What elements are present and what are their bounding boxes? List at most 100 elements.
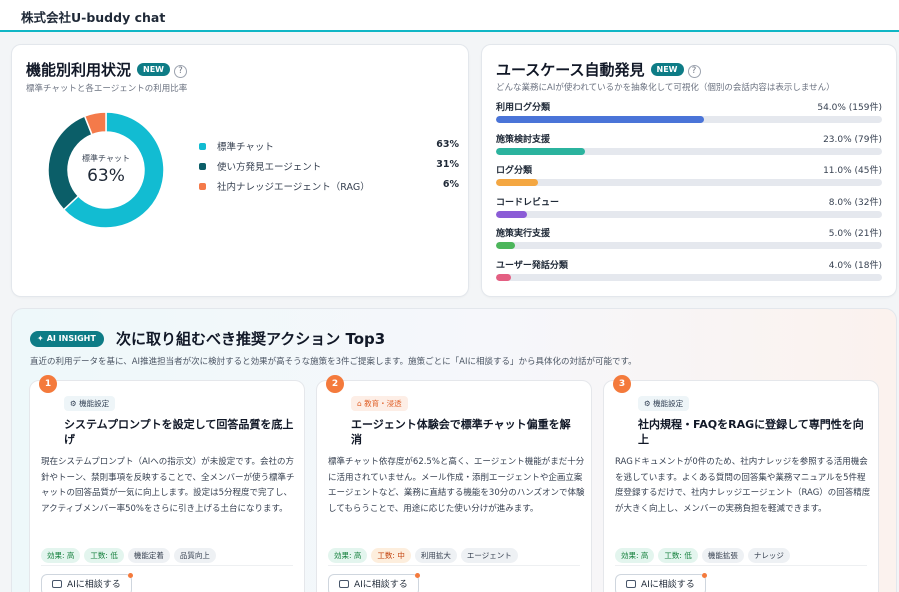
app-title: 株式会社U-buddy chat: [21, 10, 166, 25]
use-case-bar: [496, 210, 527, 218]
divider: [41, 565, 293, 566]
legend-label: 標準チャット: [217, 142, 274, 153]
notification-dot: [127, 573, 133, 578]
recommendation-description: 現在システムプロンプト（AIへの指示文）が未設定です。会社の方針やトーン、禁則事…: [41, 457, 295, 514]
category-badge: ⚙ 機能設定: [638, 396, 690, 411]
consult-ai-label: AIに相談する: [354, 580, 408, 590]
recommendation-description: 標準チャット依存度が62.5%と高く、エージェント機能がまだ十分に活用されていま…: [328, 457, 585, 514]
donut-center: 標準チャット 63%: [48, 112, 164, 228]
tag: 効果: 高: [41, 548, 81, 563]
consult-ai-label: AIに相談する: [641, 580, 695, 590]
rank-number: 2: [326, 375, 344, 393]
consult-ai-button[interactable]: AIに相談する: [328, 573, 420, 592]
tag-list: 効果: 高工数: 低機能拡張 ナレッジ: [615, 543, 794, 563]
use-case-value: 11.0% (45件): [823, 166, 882, 176]
use-case-label: 施策検討支援: [496, 134, 551, 145]
chat-bubble-icon: [626, 580, 636, 588]
chat-bubble-icon: [52, 580, 62, 588]
tag: エージェント: [460, 548, 518, 563]
use-case-bar: [496, 273, 512, 281]
legend-swatch: [199, 183, 206, 190]
feature-usage-card: 機能別利用状況 NEW? 標準チャットと各エージェントの利用比率 標準チャット 6…: [11, 44, 469, 297]
use-case-value: 5.0% (21件): [828, 229, 882, 239]
use-case-track: [496, 242, 882, 249]
category-badge: ⌂ 教育・浸透: [351, 396, 408, 411]
use-case-track: [496, 116, 882, 123]
use-case-row: ユーザー発話分類 4.0% (18件): [496, 258, 882, 290]
use-case-bar: [496, 116, 705, 123]
use-case-list: 利用ログ分類 54.0% (159件) 施策検討支援 23.0% (79件) ログ分…: [496, 100, 882, 289]
recommendation-card-2: 2 ⌂ 教育・浸透 エージェント体験会で標準チャット偏重を解消 標準チャット依存…: [316, 375, 592, 592]
tag-list: 効果: 高工数: 低機能定着 品質向上: [41, 543, 220, 563]
help-icon[interactable]: ?: [174, 65, 187, 78]
gear-icon: ⚙: [644, 399, 654, 408]
legend-percent: 31%: [436, 159, 459, 170]
legend-swatch: [199, 163, 206, 170]
ai-insight-panel: ✦ AI INSIGHT 次に取り組むべき推奨アクション Top3 直近の利用デー…: [11, 308, 897, 592]
use-case-value: 8.0% (32件): [828, 197, 882, 208]
use-case-label: 利用ログ分類: [496, 103, 551, 113]
recommendation-card-3: 3 ⚙ 機能設定 社内規程・FAQをRAGに登録して専門性を向上 RAGドキュメ…: [603, 375, 879, 592]
recommendation-title: システムプロンプトを設定して回答品質を底上げ: [64, 418, 294, 446]
feature-usage-title-row: 機能別利用状況 NEW?: [26, 59, 187, 80]
divider: [328, 565, 580, 566]
gear-icon: ⚙: [70, 399, 80, 408]
donut-center-value: 63%: [87, 166, 125, 186]
tag: ナレッジ: [747, 548, 790, 563]
use-case-bar: [496, 242, 516, 249]
use-case-row: 利用ログ分類 54.0% (159件): [496, 100, 882, 132]
use-case-value: 23.0% (79件): [823, 134, 882, 145]
category-label: 機能設定: [79, 399, 110, 408]
insight-subtitle: 直近の利用データを基に、AI推進担当者が次に検討すると効果が高そうな施策を3件ご…: [30, 357, 637, 367]
notification-dot: [701, 573, 707, 578]
consult-ai-button[interactable]: AIに相談する: [615, 573, 707, 592]
legend-percent: 6%: [442, 179, 459, 190]
consult-ai-button[interactable]: AIに相談する: [41, 573, 133, 592]
new-badge: NEW: [650, 63, 684, 76]
legend-percent: 63%: [436, 139, 459, 150]
feature-usage-subtitle: 標準チャットと各エージェントの利用比率: [26, 84, 188, 94]
use-case-value: 4.0% (18件): [828, 260, 882, 271]
recommendation-card-1: 1 ⚙ 機能設定 システムプロンプトを設定して回答品質を底上げ 現在システムプロ…: [29, 375, 305, 592]
consult-ai-label: AIに相談する: [67, 580, 121, 590]
divider: [615, 565, 867, 566]
rank-number: 3: [613, 375, 631, 393]
use-case-label: 施策実行支援: [496, 229, 551, 239]
tag: 工数: 中: [371, 548, 411, 563]
notification-dot: [414, 573, 420, 578]
tag-list: 効果: 高工数: 中利用拡大 エージェント: [328, 543, 522, 563]
rank-number: 1: [39, 375, 57, 393]
use-case-label: ユーザー発話分類: [496, 260, 568, 271]
category-label: 教育・浸透: [364, 399, 402, 408]
legend-item: 使い方発見エージェント 31%: [199, 158, 459, 178]
use-case-row: ログ分類 11.0% (45件): [496, 163, 882, 195]
new-badge: NEW: [137, 63, 170, 76]
legend-label: 社内ナレッジエージェント（RAG）: [217, 182, 370, 193]
use-case-row: コードレビュー 8.0% (32件): [496, 195, 882, 227]
use-case-label: ログ分類: [496, 166, 533, 176]
tag: 工数: 低: [658, 548, 698, 563]
donut-center-label: 標準チャット: [82, 154, 130, 163]
usage-legend: 標準チャット 63% 使い方発見エージェント 31% 社内ナレッジエージェント（…: [199, 138, 459, 198]
use-case-track: [496, 210, 882, 218]
sparkle-wand-icon: ✦: [37, 334, 44, 343]
help-icon[interactable]: ?: [687, 65, 701, 78]
tag: 利用拡大: [414, 548, 457, 563]
tag: 機能拡張: [701, 548, 744, 563]
tag: 品質向上: [173, 548, 216, 563]
insight-title: 次に取り組むべき推奨アクション Top3: [116, 330, 386, 348]
use-case-row: 施策検討支援 23.0% (79件): [496, 132, 882, 164]
recommendation-title: エージェント体験会で標準チャット偏重を解消: [351, 418, 571, 446]
use-case-title: ユースケース自動発見: [496, 61, 645, 79]
legend-label: 使い方発見エージェント: [217, 162, 322, 173]
use-case-card: ユースケース自動発見 NEW? どんな業務にAIが使われているかを抽象化して可視化…: [481, 44, 897, 297]
use-case-title-row: ユースケース自動発見 NEW?: [496, 59, 701, 80]
tag: 機能定着: [127, 548, 170, 563]
use-case-track: [496, 179, 882, 186]
use-case-row: 施策実行支援 5.0% (21件): [496, 226, 882, 258]
category-label: 機能設定: [653, 399, 684, 408]
top-bar: 株式会社U-buddy chat: [0, 0, 899, 32]
use-case-track: [496, 147, 882, 155]
legend-item: 標準チャット 63%: [199, 138, 459, 158]
ai-insight-pill-label: AI INSIGHT: [46, 334, 96, 343]
